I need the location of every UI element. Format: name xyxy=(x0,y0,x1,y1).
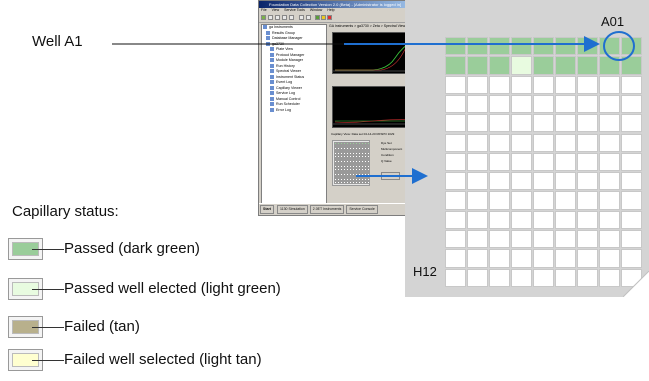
legend-leader-line xyxy=(32,327,64,328)
legend-label: Failed (tan) xyxy=(64,318,140,335)
well-a1-highlight-circle xyxy=(603,31,635,61)
legend-title: Capillary status: xyxy=(12,203,119,220)
legend-leader-line xyxy=(32,360,64,361)
legend-label: Failed well selected (light tan) xyxy=(64,351,262,368)
legend-label: Passed (dark green) xyxy=(64,240,200,257)
legend-leader-line xyxy=(32,249,64,250)
legend-label: Passed well elected (light green) xyxy=(64,280,281,297)
well-a1-callout: Well A1 xyxy=(32,33,83,50)
legend-leader-line xyxy=(32,289,64,290)
